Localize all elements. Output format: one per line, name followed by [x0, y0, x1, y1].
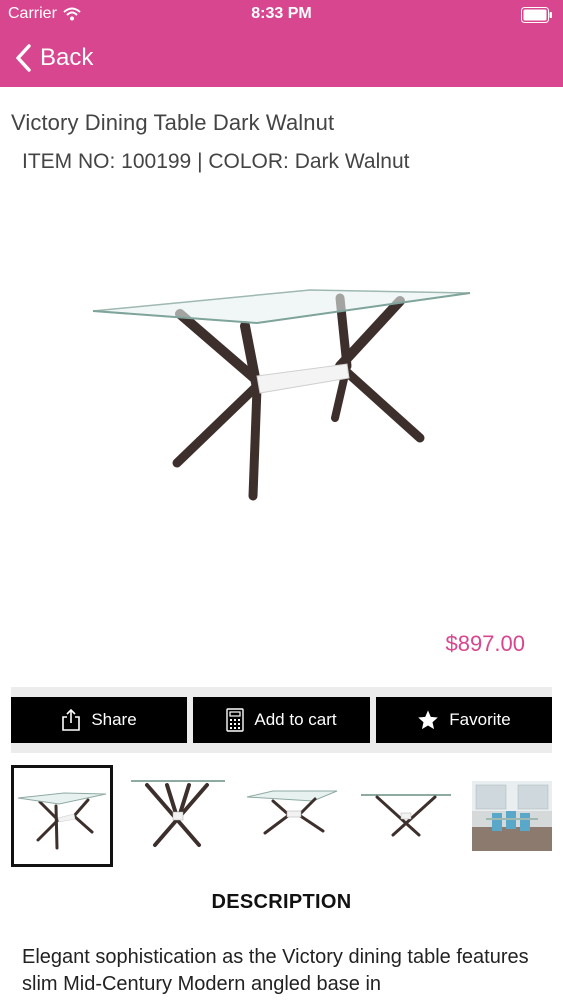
- thumb-dining-room[interactable]: [472, 765, 552, 867]
- product-meta: ITEM NO: 100199 | COLOR: Dark Walnut: [22, 150, 410, 173]
- add-to-cart-label: Add to cart: [254, 710, 337, 729]
- status-bar: Carrier 8:33 PM: [0, 0, 563, 30]
- nav-header: Carrier 8:33 PM Back: [0, 0, 563, 87]
- thumb-table-side[interactable]: [243, 765, 341, 867]
- share-icon: [62, 708, 81, 731]
- thumbnail-strip: [11, 765, 563, 867]
- description-text: Elegant sophistication as the Victory di…: [22, 946, 529, 995]
- clock: 8:33 PM: [251, 5, 312, 22]
- share-label: Share: [91, 710, 137, 729]
- favorite-label: Favorite: [449, 710, 511, 729]
- thumb-table-end[interactable]: [357, 765, 455, 867]
- star-icon: [418, 710, 439, 730]
- back-label: Back: [40, 44, 94, 71]
- share-button[interactable]: Share: [11, 697, 187, 743]
- favorite-button[interactable]: Favorite: [376, 697, 552, 743]
- thumb-table-angle[interactable]: [11, 765, 113, 867]
- thumb-table-front[interactable]: [129, 765, 227, 867]
- product-title: Victory Dining Table Dark Walnut: [11, 110, 335, 135]
- product-image[interactable]: [85, 268, 485, 508]
- action-bar: Share Add to cart Favorite: [11, 687, 552, 753]
- calculator-icon: [226, 708, 245, 732]
- back-chevron-icon: [16, 44, 31, 72]
- description-heading: DESCRIPTION: [211, 891, 352, 913]
- battery-icon: [521, 7, 552, 23]
- back-button[interactable]: Back: [14, 40, 93, 76]
- product-price: $897.00: [445, 631, 525, 656]
- add-to-cart-button[interactable]: Add to cart: [193, 697, 370, 743]
